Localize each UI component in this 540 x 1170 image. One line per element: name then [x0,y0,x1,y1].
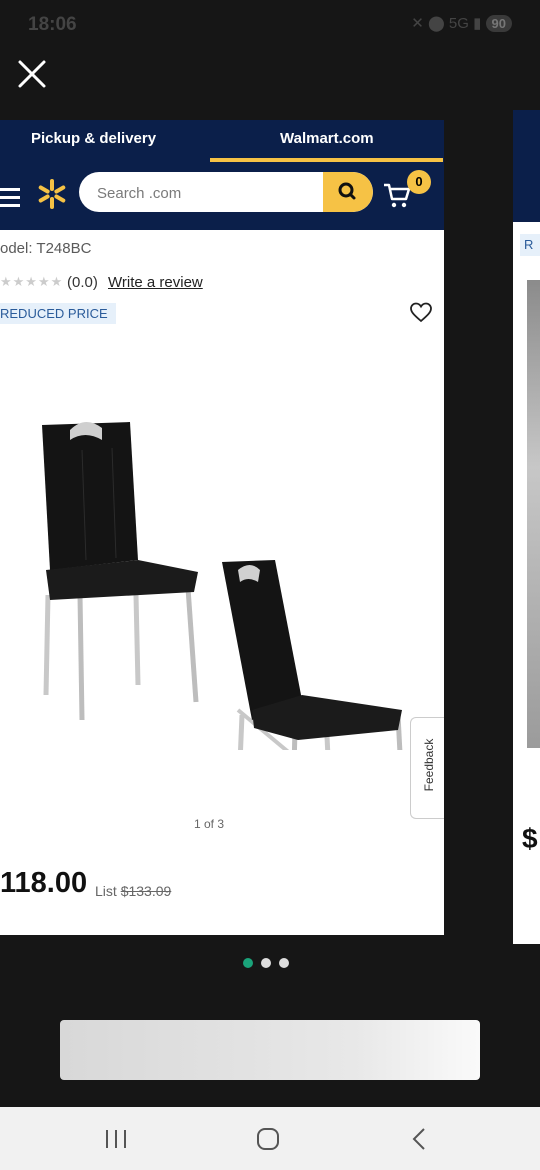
status-icons: ✕ ⬤ 5G ▮ 90 [411,14,512,32]
walmart-spark-logo[interactable] [36,178,68,210]
menu-icon[interactable] [0,188,20,212]
carousel-dot-3[interactable] [279,958,289,968]
search-icon [338,182,356,200]
product-image-chairs[interactable] [30,410,420,750]
close-icon [18,60,46,88]
signal-icon: ▮ [473,15,482,32]
next-card-price: $ [522,823,538,854]
list-price-label: List [95,883,117,899]
heart-icon[interactable] [409,301,433,325]
write-review-link[interactable]: Write a review [108,274,203,291]
tab-pickup-delivery[interactable]: Pickup & delivery [31,130,156,147]
site-tab-bar: Pickup & delivery Walmart.com [0,120,444,162]
tab-walmart-com[interactable]: Walmart.com [280,130,374,147]
next-card-badge: R [520,234,540,256]
location-icon: ⬤ [427,15,445,32]
back-icon[interactable] [404,1124,436,1154]
status-time: 18:06 [28,14,77,35]
feedback-label: Feedback [422,738,436,792]
search-input[interactable] [95,172,319,212]
close-button[interactable] [14,56,50,92]
network-label: 5G [448,15,469,32]
reduced-price-badge: REDUCED PRICE [0,303,116,324]
battery-indicator: 90 [485,15,512,32]
carousel-indicator [243,955,297,968]
cart-count-badge: 0 [407,170,431,194]
image-pager: 1 of 3 [193,817,225,831]
product-model: odel: T248BC [0,240,92,257]
search-button[interactable] [323,172,373,212]
chair-right [222,560,403,750]
home-icon[interactable] [252,1124,284,1154]
product-price: 118.00 [0,867,88,899]
status-bar: 18:06 ✕ ⬤ 5G ▮ 90 [0,0,540,50]
feedback-tab[interactable]: Feedback [410,717,444,819]
system-navigation-bar [0,1107,540,1170]
rating-stars: ★★★★★ [0,274,64,289]
screenshot-card[interactable]: Pickup & delivery Walmart.com Search .co… [0,120,444,935]
carousel-dot-1[interactable] [243,958,253,968]
recents-icon[interactable] [100,1124,132,1154]
list-price: List $133.09 [95,883,171,899]
action-bar[interactable] [60,1020,480,1080]
search-bar [79,172,373,212]
rating-value: (0.0) [67,274,98,291]
site-header: 0 [0,162,444,230]
next-card-image [527,280,540,748]
next-card-header [513,110,540,222]
chair-left [42,421,199,721]
list-price-value: $133.09 [120,883,172,899]
mute-icon: ✕ [411,15,424,32]
carousel-dot-2[interactable] [261,958,271,968]
next-screenshot-card[interactable]: R $ [513,110,540,944]
